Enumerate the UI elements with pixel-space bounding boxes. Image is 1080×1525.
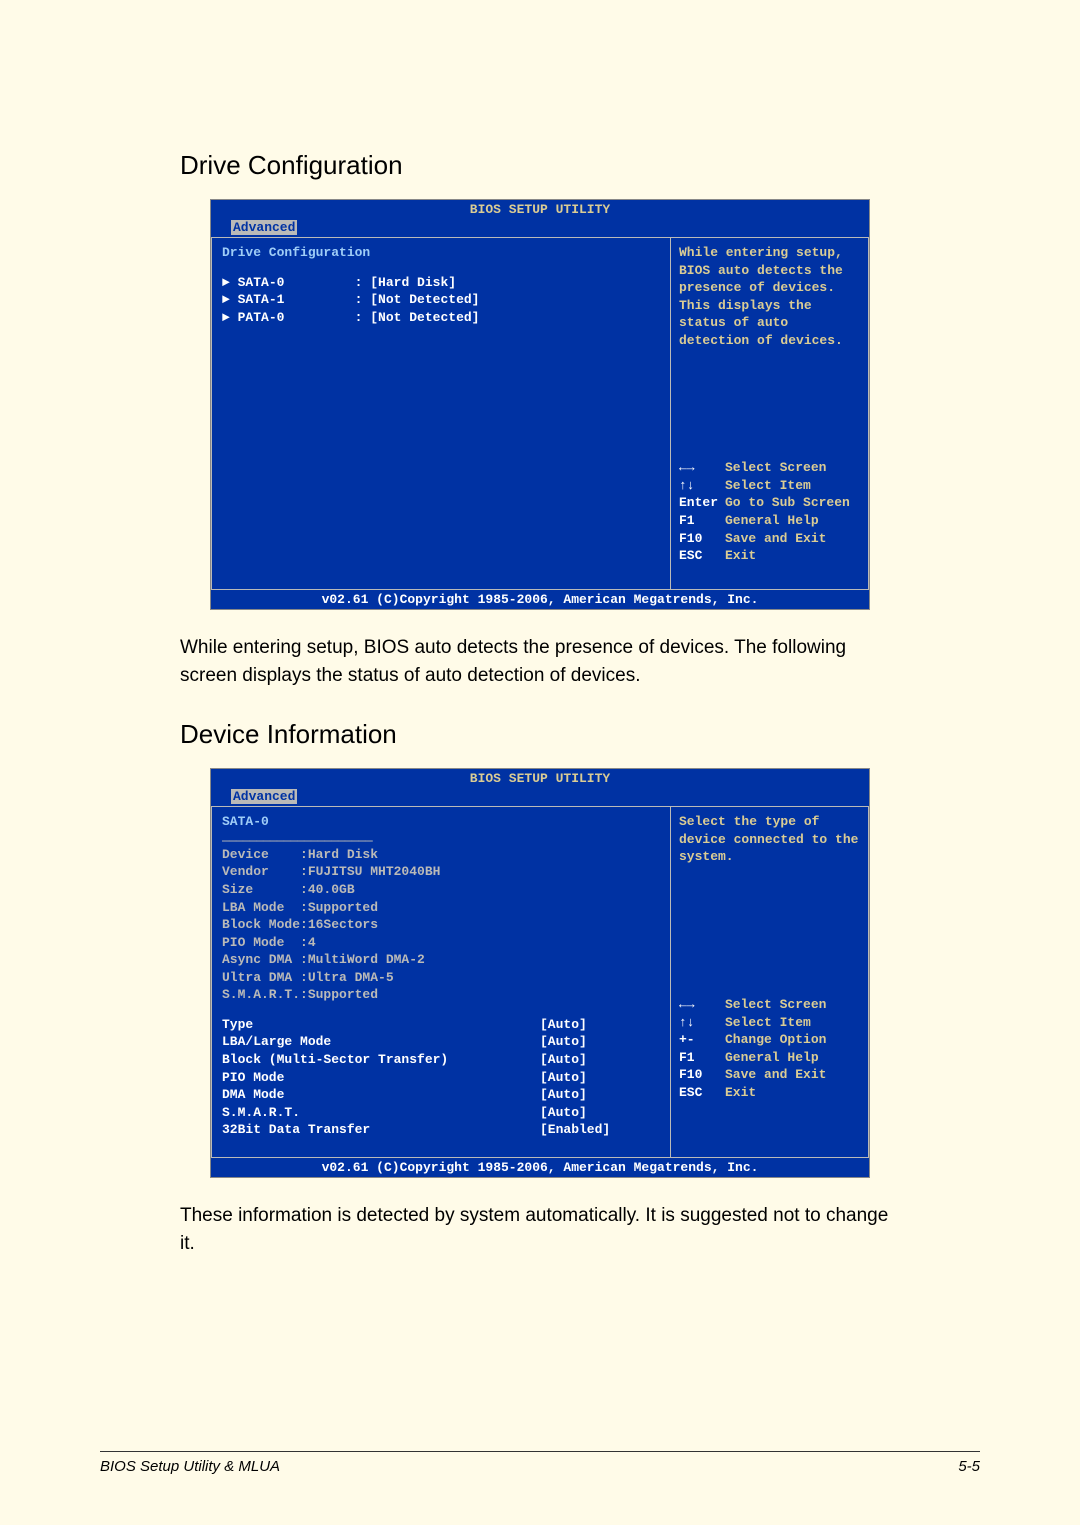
section1-caption: While entering setup, BIOS auto detects … <box>180 634 900 689</box>
bios-left-panel-2: SATA-0 ────────────────────── Device :Ha… <box>211 806 671 1157</box>
info-lba: LBA Mode :Supported <box>222 899 660 917</box>
option-block[interactable]: Block (Multi-Sector Transfer)[Auto] <box>222 1051 660 1069</box>
bios-tabs-2: Advanced <box>211 788 869 807</box>
help2-key-f1: F1General Help <box>679 1049 860 1067</box>
panel-title: Drive Configuration <box>222 244 660 262</box>
bios-title-2: BIOS SETUP UTILITY <box>211 769 869 788</box>
bios-window-drive-config: BIOS SETUP UTILITY Advanced Drive Config… <box>210 199 870 610</box>
divider: ────────────────────── <box>222 833 660 846</box>
panel-title-2: SATA-0 <box>222 813 660 831</box>
option-type[interactable]: Type[Auto] <box>222 1016 660 1034</box>
help-key-esc: ESCExit <box>679 547 860 565</box>
help-key-select-screen: ←→Select Screen <box>679 459 860 477</box>
info-smart: S.M.A.R.T.:Supported <box>222 986 660 1004</box>
section-heading-drive-config: Drive Configuration <box>180 150 980 181</box>
footer-left: BIOS Setup Utility & MLUA <box>100 1458 280 1475</box>
bios-footer-2: v02.61 (C)Copyright 1985-2006, American … <box>211 1158 869 1178</box>
help-key-select-item: ↑↓Select Item <box>679 477 860 495</box>
help-key-enter: EnterGo to Sub Screen <box>679 494 860 512</box>
option-pio[interactable]: PIO Mode[Auto] <box>222 1069 660 1087</box>
bios-tabs: Advanced <box>211 219 869 238</box>
bios-right-panel-2: Select the type of device connected to t… <box>671 806 869 1157</box>
bios-title: BIOS SETUP UTILITY <box>211 200 869 219</box>
option-32bit[interactable]: 32Bit Data Transfer[Enabled] <box>222 1121 660 1139</box>
help2-key-esc: ESCExit <box>679 1084 860 1102</box>
info-pio: PIO Mode :4 <box>222 934 660 952</box>
help-description: While entering setup, BIOS auto detects … <box>679 244 860 349</box>
info-ultra: Ultra DMA :Ultra DMA-5 <box>222 969 660 987</box>
info-block: Block Mode:16Sectors <box>222 916 660 934</box>
footer-right: 5-5 <box>958 1458 980 1475</box>
bios-footer: v02.61 (C)Copyright 1985-2006, American … <box>211 590 869 610</box>
option-lba-large[interactable]: LBA/Large Mode[Auto] <box>222 1033 660 1051</box>
help-description-2: Select the type of device connected to t… <box>679 813 860 866</box>
help-key-f1: F1General Help <box>679 512 860 530</box>
tab-advanced[interactable]: Advanced <box>231 220 297 235</box>
info-device: Device :Hard Disk <box>222 846 660 864</box>
option-smart[interactable]: S.M.A.R.T.[Auto] <box>222 1104 660 1122</box>
bios-right-panel: While entering setup, BIOS auto detects … <box>671 237 869 590</box>
option-dma[interactable]: DMA Mode[Auto] <box>222 1086 660 1104</box>
info-size: Size :40.0GB <box>222 881 660 899</box>
drive-row-sata0[interactable]: ► SATA-0 : [Hard Disk] <box>222 274 660 292</box>
bios-window-device-info: BIOS SETUP UTILITY Advanced SATA-0 ─────… <box>210 768 870 1178</box>
section2-caption: These information is detected by system … <box>180 1202 900 1257</box>
help2-key-select-item: ↑↓Select Item <box>679 1014 860 1032</box>
help2-key-select-screen: ←→Select Screen <box>679 996 860 1014</box>
page-footer: BIOS Setup Utility & MLUA 5-5 <box>100 1451 980 1475</box>
info-vendor: Vendor :FUJITSU MHT2040BH <box>222 863 660 881</box>
bios-left-panel: Drive Configuration ► SATA-0 : [Hard Dis… <box>211 237 671 590</box>
tab-advanced-2[interactable]: Advanced <box>231 789 297 804</box>
drive-row-pata0[interactable]: ► PATA-0 : [Not Detected] <box>222 309 660 327</box>
help2-key-change: +-Change Option <box>679 1031 860 1049</box>
help2-key-f10: F10Save and Exit <box>679 1066 860 1084</box>
help-key-f10: F10Save and Exit <box>679 530 860 548</box>
section-heading-device-info: Device Information <box>180 719 980 750</box>
drive-row-sata1[interactable]: ► SATA-1 : [Not Detected] <box>222 291 660 309</box>
info-async: Async DMA :MultiWord DMA-2 <box>222 951 660 969</box>
